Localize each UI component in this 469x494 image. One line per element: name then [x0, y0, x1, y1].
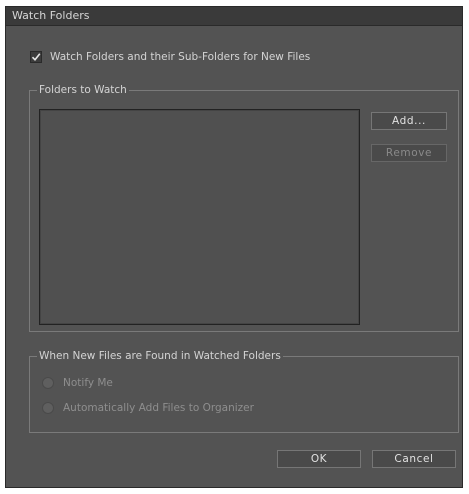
ok-button[interactable]: OK: [277, 450, 361, 468]
check-icon: [31, 53, 41, 62]
dialog-title: Watch Folders: [12, 9, 90, 22]
add-folder-button[interactable]: Add...: [371, 112, 447, 130]
notify-me-radio[interactable]: [42, 377, 54, 389]
watch-subfolders-label: Watch Folders and their Sub-Folders for …: [50, 51, 311, 63]
watch-subfolders-option[interactable]: Watch Folders and their Sub-Folders for …: [30, 51, 310, 63]
notify-me-label: Notify Me: [63, 377, 113, 389]
cancel-button[interactable]: Cancel: [372, 450, 456, 468]
dialog-titlebar[interactable]: Watch Folders: [6, 7, 462, 26]
watch-subfolders-checkbox[interactable]: [30, 51, 42, 63]
new-files-found-group: When New Files are Found in Watched Fold…: [29, 349, 459, 433]
folders-to-watch-group: Folders to Watch Add... Remove: [29, 83, 459, 332]
folders-to-watch-legend: Folders to Watch: [37, 83, 129, 97]
auto-add-files-option[interactable]: Automatically Add Files to Organizer: [42, 402, 254, 414]
auto-add-files-radio[interactable]: [42, 402, 54, 414]
watched-folders-list[interactable]: [39, 109, 360, 325]
watch-folders-dialog: Watch Folders Watch Folders and their Su…: [5, 6, 463, 488]
notify-me-option[interactable]: Notify Me: [42, 377, 113, 389]
new-files-found-legend: When New Files are Found in Watched Fold…: [37, 349, 283, 363]
auto-add-files-label: Automatically Add Files to Organizer: [63, 402, 254, 414]
remove-folder-button[interactable]: Remove: [371, 144, 447, 162]
